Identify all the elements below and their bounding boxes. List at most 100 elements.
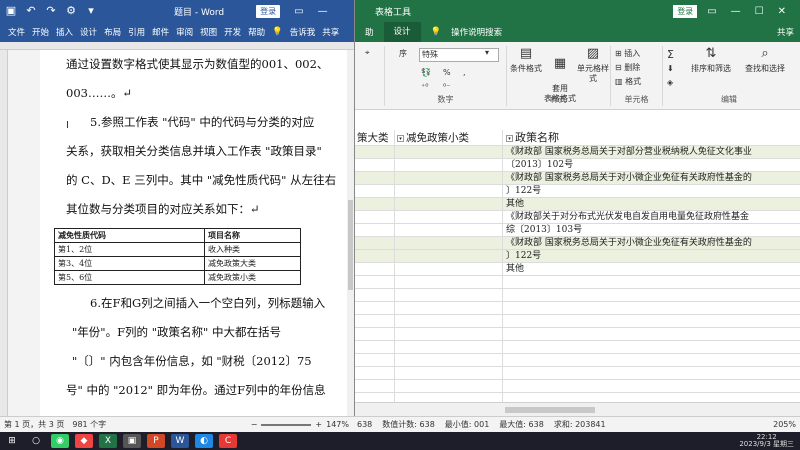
table-row[interactable]: 〔2013〕102号 bbox=[355, 159, 800, 172]
decrease-decimal-icon[interactable]: ⁰⁻ bbox=[443, 82, 450, 91]
cell[interactable] bbox=[395, 341, 503, 353]
share-button[interactable]: 共享 bbox=[777, 26, 794, 38]
table-row[interactable] bbox=[355, 289, 800, 302]
page-indicator[interactable]: 第 1 页，共 3 页 bbox=[4, 419, 64, 430]
cell[interactable] bbox=[395, 224, 503, 236]
cell[interactable] bbox=[503, 276, 800, 288]
search-icon[interactable]: ○ bbox=[27, 434, 45, 448]
cell[interactable] bbox=[503, 380, 800, 392]
zoom-level[interactable]: 205% bbox=[773, 420, 796, 429]
table-row[interactable]: 〕122号 bbox=[355, 185, 800, 198]
delete-button[interactable]: ⊟ 删除 bbox=[615, 62, 640, 73]
app-icon[interactable]: C bbox=[219, 434, 237, 448]
document-page[interactable]: 通过设置数字格式使其显示为数值型的001、002、 003……。↵ 5.参照工作… bbox=[40, 50, 348, 416]
cell[interactable] bbox=[395, 237, 503, 249]
cell[interactable]: 〕122号 bbox=[503, 185, 800, 197]
save-icon[interactable]: ▣ bbox=[4, 4, 18, 18]
cell[interactable] bbox=[395, 250, 503, 262]
cell[interactable] bbox=[355, 328, 395, 340]
fill-icon[interactable]: ⬇ bbox=[667, 64, 674, 73]
cell[interactable] bbox=[395, 354, 503, 366]
scrollbar-thumb[interactable] bbox=[505, 407, 595, 413]
table-row[interactable] bbox=[355, 328, 800, 341]
customize-toolbar-icon[interactable]: ▾ bbox=[84, 4, 98, 18]
app-icon[interactable]: ◐ bbox=[195, 434, 213, 448]
table-row[interactable] bbox=[355, 393, 800, 402]
redo-icon[interactable]: ↷ bbox=[44, 4, 58, 18]
cell[interactable]: 其他 bbox=[503, 263, 800, 275]
cell[interactable]: 其他 bbox=[503, 198, 800, 210]
filter-dropdown-icon[interactable]: ▾ bbox=[506, 134, 513, 142]
minimize-icon[interactable]: — bbox=[731, 6, 741, 17]
table-row[interactable] bbox=[355, 367, 800, 380]
ribbon-display-icon[interactable]: ▭ bbox=[707, 6, 716, 17]
maximize-icon[interactable]: ☐ bbox=[755, 6, 764, 17]
cell[interactable] bbox=[503, 367, 800, 379]
cell[interactable] bbox=[395, 211, 503, 223]
table-row[interactable]: 其他 bbox=[355, 198, 800, 211]
tab-design[interactable]: 设计 bbox=[80, 26, 97, 38]
cell[interactable] bbox=[355, 341, 395, 353]
cell[interactable] bbox=[503, 393, 800, 402]
table-row[interactable] bbox=[355, 302, 800, 315]
tab-references[interactable]: 引用 bbox=[128, 26, 145, 38]
cell[interactable]: 〕122号 bbox=[503, 250, 800, 262]
sort-filter-button[interactable]: ⇅ 排序和筛选 bbox=[685, 46, 737, 74]
excel-login-button[interactable]: 登录 bbox=[673, 4, 698, 18]
word-login-button[interactable]: 登录 bbox=[256, 4, 281, 18]
spreadsheet-grid[interactable]: 策大类 ▾ 减免政策小类 ▾ 政策名称 《财政部 国家税务总局关于对部分营业税纳税人… bbox=[355, 130, 800, 402]
table-row[interactable] bbox=[355, 341, 800, 354]
table-row[interactable]: 《财政部 国家税务总局关于对部分营业税纳税人免征文化事业 bbox=[355, 146, 800, 159]
cell[interactable] bbox=[503, 315, 800, 327]
vertical-ruler[interactable] bbox=[0, 50, 8, 416]
tab-home[interactable]: 开始 bbox=[32, 26, 49, 38]
cell[interactable] bbox=[355, 224, 395, 236]
cell[interactable] bbox=[355, 250, 395, 262]
tab-table-design[interactable]: 设计 bbox=[383, 22, 421, 42]
format-button[interactable]: ▥ 格式 bbox=[615, 76, 641, 87]
table-row[interactable]: 综〔2013〕103号 bbox=[355, 224, 800, 237]
autosum-icon[interactable]: Σ bbox=[667, 48, 674, 61]
cell[interactable] bbox=[395, 289, 503, 301]
word-icon[interactable]: W bbox=[171, 434, 189, 448]
cell[interactable] bbox=[503, 354, 800, 366]
cell[interactable]: 综〔2013〕103号 bbox=[503, 224, 800, 236]
cell[interactable] bbox=[355, 302, 395, 314]
cell[interactable]: 《财政部 国家税务总局关于对小微企业免征有关政府性基金的 bbox=[503, 237, 800, 249]
system-clock[interactable]: 22:12 2023/9/3 星期三 bbox=[739, 434, 794, 448]
cell[interactable] bbox=[395, 159, 503, 171]
cell[interactable] bbox=[503, 302, 800, 314]
excel-horizontal-scrollbar[interactable] bbox=[355, 402, 800, 416]
share-button[interactable]: 共享 bbox=[322, 26, 339, 38]
cell[interactable] bbox=[395, 380, 503, 392]
tab-help[interactable]: 助 bbox=[355, 26, 384, 38]
word-count[interactable]: 981 个字 bbox=[72, 419, 106, 430]
filter-dropdown-icon[interactable]: ▾ bbox=[397, 134, 404, 142]
tab-developer[interactable]: 开发 bbox=[224, 26, 241, 38]
cell[interactable] bbox=[355, 367, 395, 379]
cell[interactable] bbox=[395, 393, 503, 402]
currency-icon[interactable]: 💱 bbox=[421, 68, 431, 77]
cell[interactable] bbox=[355, 198, 395, 210]
table-row[interactable] bbox=[355, 276, 800, 289]
cell[interactable] bbox=[395, 315, 503, 327]
chevron-down-icon[interactable]: ▾ bbox=[485, 48, 489, 57]
tab-mailings[interactable]: 邮件 bbox=[152, 26, 169, 38]
cell[interactable] bbox=[395, 185, 503, 197]
table-row[interactable] bbox=[355, 354, 800, 367]
tab-file[interactable]: 文件 bbox=[8, 26, 25, 38]
cell[interactable] bbox=[355, 263, 395, 275]
zoom-level[interactable]: 147% bbox=[326, 420, 349, 429]
excel-icon[interactable]: X bbox=[99, 434, 117, 448]
zoom-out-icon[interactable]: − bbox=[251, 420, 258, 429]
cell[interactable]: 《财政部 国家税务总局关于对小微企业免征有关政府性基金的 bbox=[503, 172, 800, 184]
table-row[interactable] bbox=[355, 315, 800, 328]
cell[interactable] bbox=[395, 146, 503, 158]
column-header-policy-name[interactable]: ▾ 政策名称 bbox=[503, 130, 800, 145]
cell[interactable]: 〔2013〕102号 bbox=[503, 159, 800, 171]
tab-review[interactable]: 审阅 bbox=[176, 26, 193, 38]
undo-icon[interactable]: ↶ bbox=[24, 4, 38, 18]
increase-decimal-icon[interactable]: ⁺⁰ bbox=[421, 82, 428, 91]
cell[interactable] bbox=[395, 198, 503, 210]
zoom-slider[interactable] bbox=[261, 423, 312, 426]
